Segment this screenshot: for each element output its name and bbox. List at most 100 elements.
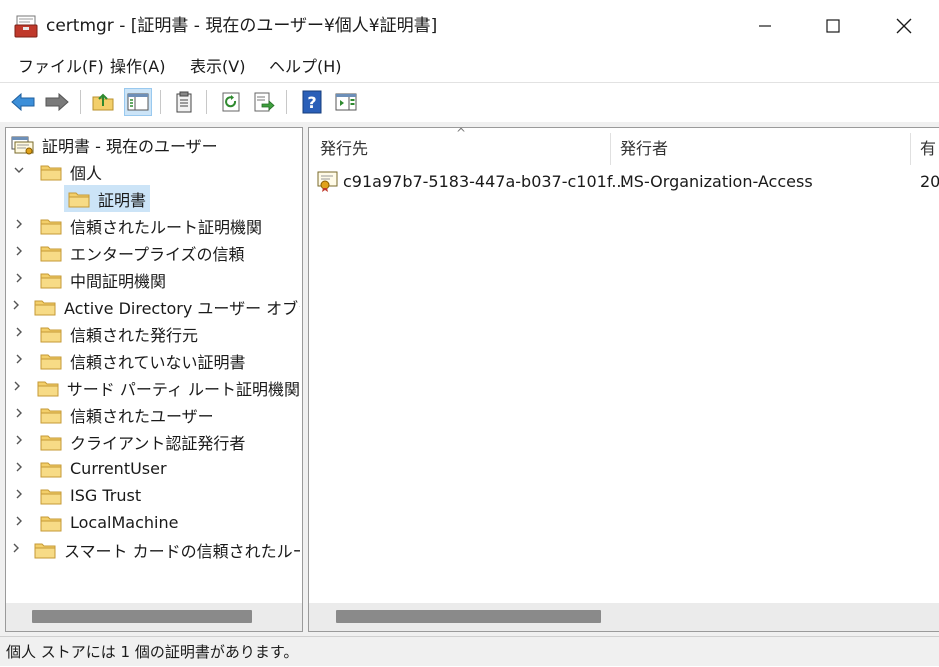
refresh-icon bbox=[222, 92, 240, 112]
tree-item-folder[interactable]: ISG Trust bbox=[10, 482, 300, 509]
tree-item-folder[interactable]: スマート カードの信頼されたルート bbox=[10, 536, 300, 563]
tree-item-label: 信頼されたユーザー bbox=[70, 406, 214, 426]
maximize-button[interactable] bbox=[798, 0, 868, 52]
menu-view[interactable]: 表示(V) bbox=[190, 56, 245, 78]
folder-icon bbox=[40, 489, 62, 504]
folder-icon bbox=[40, 219, 62, 234]
status-text: 個人 ストアには 1 個の証明書があります。 bbox=[6, 643, 299, 661]
properties-icon bbox=[176, 91, 192, 113]
menu-action[interactable]: 操作(A) bbox=[110, 56, 165, 78]
folder-icon bbox=[37, 381, 59, 396]
menu-file[interactable]: ファイル(F) bbox=[18, 56, 104, 78]
forward-button[interactable] bbox=[43, 88, 71, 116]
chevron-right-icon[interactable] bbox=[10, 407, 28, 422]
tree-item-label: 個人 bbox=[70, 163, 103, 183]
tree-item-folder[interactable]: 信頼された発行元 bbox=[10, 320, 300, 347]
chevron-right-icon[interactable] bbox=[10, 218, 28, 233]
tree-item-label: サード パーティ ルート証明機関 bbox=[66, 379, 300, 399]
chevron-right-icon[interactable] bbox=[10, 245, 28, 260]
chevron-right-icon[interactable] bbox=[10, 380, 25, 395]
chevron-right-icon[interactable] bbox=[10, 515, 28, 530]
tree-item-label: 中間証明機関 bbox=[70, 271, 167, 291]
back-button[interactable] bbox=[9, 88, 37, 116]
folder-icon bbox=[34, 300, 56, 315]
certificate-store-icon bbox=[11, 136, 34, 154]
chevron-right-icon[interactable] bbox=[10, 353, 28, 368]
close-icon bbox=[896, 18, 912, 34]
folder-icon bbox=[40, 462, 62, 477]
tree-scroll-thumb[interactable] bbox=[32, 610, 252, 623]
tree-item-label: 証明書 bbox=[98, 190, 147, 210]
column-header-expiration[interactable]: 有 bbox=[920, 130, 936, 168]
tree-item-label: クライアント認証発行者 bbox=[70, 433, 246, 453]
chevron-right-icon[interactable] bbox=[10, 326, 28, 341]
cell-issued-to: c91a97b7-5183-447a-b037-c101f... bbox=[343, 172, 627, 191]
cell-issued-by: MS-Organization-Access bbox=[620, 172, 813, 191]
tree-item-folder[interactable]: Active Directory ユーザー オブジェ bbox=[10, 293, 300, 320]
column-divider[interactable] bbox=[610, 133, 611, 165]
back-arrow-icon bbox=[11, 92, 35, 112]
export-list-button[interactable] bbox=[250, 88, 278, 116]
toolbar-separator bbox=[80, 90, 81, 114]
toolbar-separator bbox=[160, 90, 161, 114]
list-pane[interactable] bbox=[308, 127, 939, 632]
chevron-right-icon[interactable] bbox=[10, 272, 28, 287]
toolbar-separator bbox=[286, 90, 287, 114]
tree-item-label: CurrentUser bbox=[70, 459, 167, 478]
up-folder-button[interactable] bbox=[89, 88, 117, 116]
folder-icon bbox=[40, 435, 62, 450]
close-button[interactable] bbox=[869, 0, 939, 52]
minimize-icon bbox=[759, 25, 771, 27]
tree-item-folder[interactable]: LocalMachine bbox=[10, 509, 300, 536]
tree-item-folder[interactable]: サード パーティ ルート証明機関 bbox=[10, 374, 300, 401]
tree-item-personal[interactable]: 個人 bbox=[10, 158, 102, 185]
tree-item-folder[interactable]: 信頼されたユーザー bbox=[10, 401, 300, 428]
help-button[interactable]: ? bbox=[298, 88, 326, 116]
menu-help[interactable]: ヘルプ(H) bbox=[269, 56, 342, 78]
folder-icon bbox=[40, 354, 62, 369]
column-header-issued-to[interactable]: 発行先 bbox=[320, 130, 368, 168]
tree-item-root[interactable]: 証明書 - 現在のユーザー bbox=[10, 131, 218, 158]
folder-icon bbox=[40, 408, 62, 423]
tree-item-label: エンタープライズの信頼 bbox=[70, 244, 245, 264]
tree-item-label: 証明書 - 現在のユーザー bbox=[42, 136, 218, 156]
tree-item-folder[interactable]: エンタープライズの信頼 bbox=[10, 239, 300, 266]
tree-item-folder[interactable]: CurrentUser bbox=[10, 455, 300, 482]
maximize-icon bbox=[826, 19, 840, 33]
chevron-right-icon[interactable] bbox=[10, 434, 28, 449]
export-list-icon bbox=[254, 92, 275, 112]
chevron-right-icon[interactable] bbox=[10, 299, 22, 314]
tree-item-label: スマート カードの信頼されたルート bbox=[64, 541, 300, 561]
show-hide-tree-button[interactable] bbox=[124, 88, 152, 116]
help-icon: ? bbox=[302, 90, 322, 114]
minimize-button[interactable] bbox=[730, 0, 800, 52]
list-scroll-thumb[interactable] bbox=[336, 610, 601, 623]
folder-icon bbox=[40, 516, 62, 531]
show-action-pane-button[interactable] bbox=[332, 88, 360, 116]
tree-item-label: 信頼されていない証明書 bbox=[70, 352, 246, 372]
properties-button[interactable] bbox=[170, 88, 198, 116]
cell-expiration: 20 bbox=[920, 172, 939, 191]
up-folder-icon bbox=[92, 93, 114, 111]
refresh-button[interactable] bbox=[217, 88, 245, 116]
chevron-down-icon[interactable] bbox=[10, 164, 28, 179]
tree-item-folder[interactable]: 中間証明機関 bbox=[10, 266, 300, 293]
forward-arrow-icon bbox=[45, 92, 69, 112]
folder-icon bbox=[68, 192, 90, 207]
tree-item-label: 信頼されたルート証明機関 bbox=[70, 217, 263, 237]
tree-item-folder[interactable]: クライアント認証発行者 bbox=[10, 428, 300, 455]
status-bar: 個人 ストアには 1 個の証明書があります。 bbox=[0, 636, 939, 666]
tree-item-certificates-selected[interactable]: 証明書 bbox=[64, 185, 151, 212]
tree-item-folder[interactable]: 信頼されたルート証明機関 bbox=[10, 212, 300, 239]
sort-ascending-icon: ^ bbox=[456, 126, 467, 140]
column-divider[interactable] bbox=[910, 133, 911, 165]
chevron-right-icon[interactable] bbox=[10, 488, 28, 503]
column-header-issued-by[interactable]: 発行者 bbox=[620, 130, 668, 168]
tree-item-label: ISG Trust bbox=[70, 486, 142, 505]
toolbar-separator bbox=[206, 90, 207, 114]
folder-icon bbox=[40, 246, 62, 261]
tree-item-folder[interactable]: 信頼されていない証明書 bbox=[10, 347, 300, 374]
chevron-right-icon[interactable] bbox=[10, 542, 22, 557]
chevron-right-icon[interactable] bbox=[10, 461, 28, 476]
certmgr-toolbox-icon[interactable] bbox=[14, 14, 38, 38]
